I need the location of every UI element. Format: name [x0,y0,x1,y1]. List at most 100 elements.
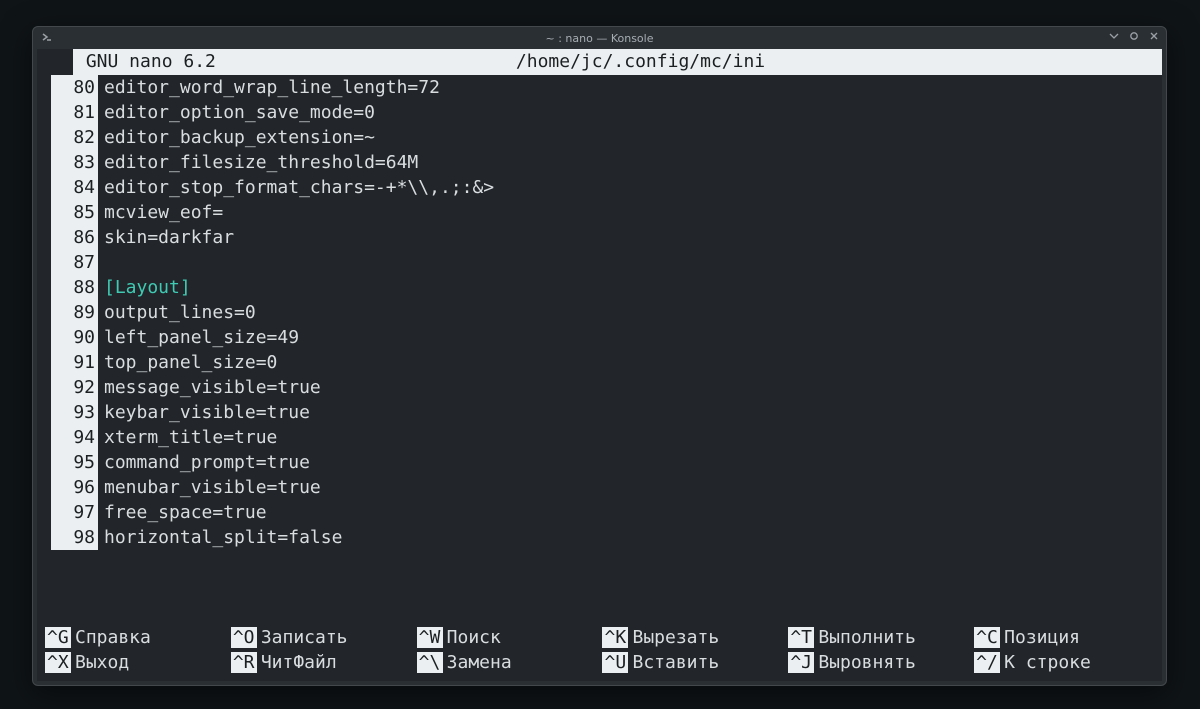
shortcut-key: ^W [417,627,443,648]
window-title: ~ : nano — Konsole [546,32,654,45]
line-number: 88 [51,275,98,300]
line-number: 92 [51,375,98,400]
line-number: 89 [51,300,98,325]
editor-line[interactable]: 93keybar_visible=true [37,400,1162,425]
terminal-area[interactable]: GNU nano 6.2 /home/jc/.config/mc/ini 80e… [37,49,1162,681]
editor-line[interactable]: 83editor_filesize_threshold=64M [37,150,1162,175]
line-number: 85 [51,200,98,225]
shortcut-key: ^J [788,652,814,673]
shortcut-label: Выход [71,652,129,673]
shortcut-label: Поиск [443,627,501,648]
shortcut-item[interactable]: ^UВставить [602,650,782,675]
shortcut-key: ^O [231,627,257,648]
editor-line[interactable]: 90left_panel_size=49 [37,325,1162,350]
shortcut-item[interactable]: ^KВырезать [602,625,782,650]
nano-header: GNU nano 6.2 /home/jc/.config/mc/ini [37,49,1162,75]
shortcut-item[interactable]: ^WПоиск [417,625,597,650]
editor-line[interactable]: 80editor_word_wrap_line_length=72 [37,75,1162,100]
shortcut-label: Выполнить [814,627,916,648]
shortcut-item[interactable]: ^CПозиция [974,625,1154,650]
nano-file-path: /home/jc/.config/mc/ini [216,49,1160,75]
config-line[interactable]: editor_stop_format_chars=-+*\\,.;:&> [104,175,494,200]
shortcut-label: Выровнять [814,652,916,673]
line-number: 80 [51,75,98,100]
shortcut-item[interactable]: ^\Замена [417,650,597,675]
minimize-icon[interactable] [1108,30,1120,42]
line-number: 84 [51,175,98,200]
config-line[interactable]: skin=darkfar [104,225,234,250]
config-line[interactable]: output_lines=0 [104,300,256,325]
shortcut-key: ^C [974,627,1000,648]
config-line[interactable]: menubar_visible=true [104,475,321,500]
config-line[interactable]: message_visible=true [104,375,321,400]
shortcut-label: К строке [1000,652,1091,673]
shortcut-key: ^K [602,627,628,648]
line-number: 98 [51,525,98,550]
config-line[interactable]: editor_option_save_mode=0 [104,100,375,125]
config-line[interactable]: editor_filesize_threshold=64M [104,150,418,175]
konsole-window: ~ : nano — Konsole GNU nano 6.2 /home/jc… [32,26,1167,686]
nano-shortcut-bar: ^GСправка^OЗаписать^WПоиск^KВырезать^TВы… [37,623,1162,677]
shortcut-key: ^\ [417,652,443,673]
shortcut-item[interactable]: ^OЗаписать [231,625,411,650]
config-line[interactable]: free_space=true [104,500,267,525]
config-line[interactable]: left_panel_size=49 [104,325,299,350]
line-number: 90 [51,325,98,350]
line-number: 96 [51,475,98,500]
editor-line[interactable]: 88[Layout] [37,275,1162,300]
line-number: 83 [51,150,98,175]
editor-line[interactable]: 87 [37,250,1162,275]
shortcut-key: ^X [45,652,71,673]
config-line[interactable]: keybar_visible=true [104,400,310,425]
shortcut-key: ^U [602,652,628,673]
nano-app-name: GNU nano 6.2 [75,49,216,75]
editor-line[interactable]: 84editor_stop_format_chars=-+*\\,.;:&> [37,175,1162,200]
config-line[interactable]: horizontal_split=false [104,525,342,550]
editor-line[interactable]: 89output_lines=0 [37,300,1162,325]
shortcut-item[interactable]: ^JВыровнять [788,650,968,675]
line-number: 95 [51,450,98,475]
line-number: 97 [51,500,98,525]
editor-line[interactable]: 91top_panel_size=0 [37,350,1162,375]
shortcut-label: ЧитФайл [257,652,337,673]
editor-line[interactable]: 94xterm_title=true [37,425,1162,450]
app-menu-icon[interactable] [41,31,53,43]
editor-line[interactable]: 92message_visible=true [37,375,1162,400]
editor-line[interactable]: 85mcview_eof= [37,200,1162,225]
editor-line[interactable]: 98horizontal_split=false [37,525,1162,550]
config-line[interactable]: editor_word_wrap_line_length=72 [104,75,440,100]
line-number: 82 [51,125,98,150]
editor-line[interactable]: 96menubar_visible=true [37,475,1162,500]
window-titlebar[interactable]: ~ : nano — Konsole [33,27,1166,49]
shortcut-item[interactable]: ^GСправка [45,625,225,650]
shortcut-key: ^R [231,652,257,673]
shortcut-item[interactable]: ^TВыполнить [788,625,968,650]
close-icon[interactable] [1148,30,1160,42]
shortcut-key: ^T [788,627,814,648]
maximize-icon[interactable] [1128,30,1140,42]
shortcut-key: ^/ [974,652,1000,673]
shortcut-label: Позиция [1000,627,1080,648]
line-number: 81 [51,100,98,125]
editor-viewport[interactable]: 80editor_word_wrap_line_length=7281edito… [37,75,1162,619]
editor-line[interactable]: 95command_prompt=true [37,450,1162,475]
shortcut-label: Записать [257,627,348,648]
config-line[interactable]: top_panel_size=0 [104,350,277,375]
line-number: 86 [51,225,98,250]
line-number: 93 [51,400,98,425]
shortcut-item[interactable]: ^XВыход [45,650,225,675]
shortcut-item[interactable]: ^/К строке [974,650,1154,675]
editor-line[interactable]: 81editor_option_save_mode=0 [37,100,1162,125]
shortcut-label: Справка [71,627,151,648]
line-number: 91 [51,350,98,375]
config-line[interactable]: editor_backup_extension=~ [104,125,375,150]
shortcut-key: ^G [45,627,71,648]
config-line[interactable]: command_prompt=true [104,450,310,475]
editor-line[interactable]: 82editor_backup_extension=~ [37,125,1162,150]
editor-line[interactable]: 97free_space=true [37,500,1162,525]
editor-line[interactable]: 86skin=darkfar [37,225,1162,250]
section-header[interactable]: [Layout] [104,275,191,300]
config-line[interactable]: mcview_eof= [104,200,223,225]
shortcut-item[interactable]: ^RЧитФайл [231,650,411,675]
config-line[interactable]: xterm_title=true [104,425,277,450]
